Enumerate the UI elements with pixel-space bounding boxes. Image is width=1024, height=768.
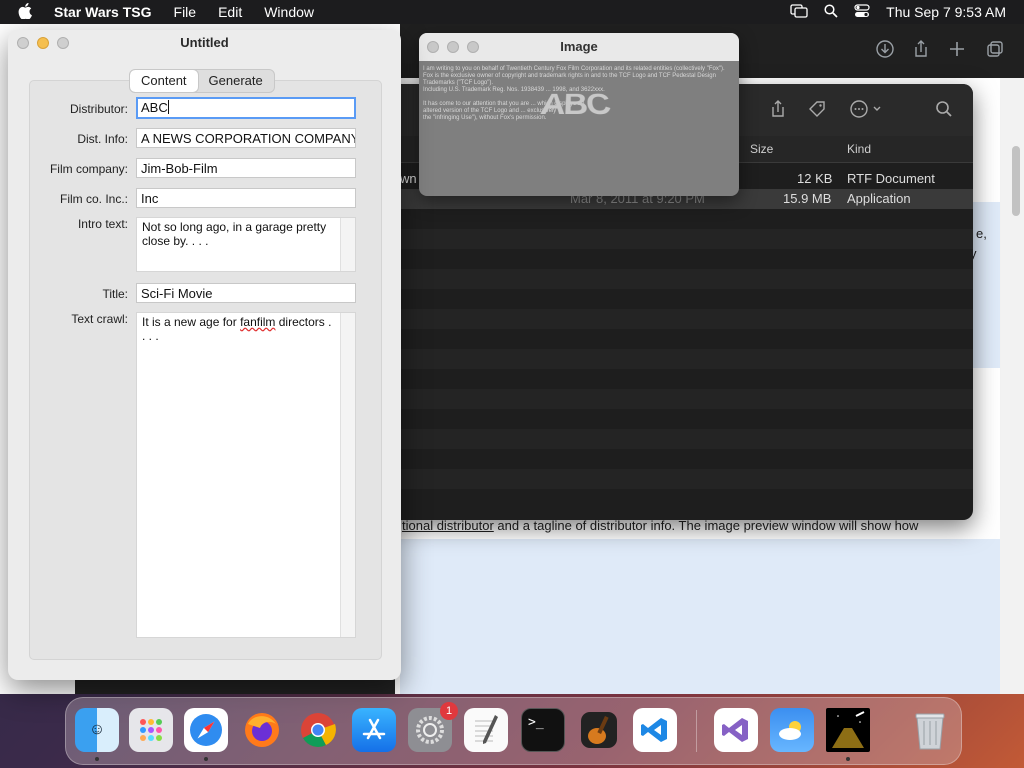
- running-indicator: [204, 757, 208, 761]
- new-tab-icon[interactable]: [948, 40, 966, 63]
- menu-bar: Star Wars TSG File Edit Window Thu Sep 7…: [0, 0, 1024, 24]
- file-kind: RTF Document: [847, 171, 935, 186]
- title-label: Title:: [102, 287, 128, 301]
- more-actions-icon[interactable]: [850, 100, 884, 123]
- form-window-title: Untitled: [180, 35, 229, 50]
- file-size: 15.9 MB: [783, 191, 832, 206]
- textedit-icon[interactable]: [464, 708, 508, 752]
- launchpad-icon[interactable]: [129, 708, 173, 752]
- tab-control[interactable]: Content Generate: [129, 69, 275, 93]
- distributor-label: Distributor:: [69, 102, 128, 116]
- tag-icon[interactable]: [808, 100, 826, 123]
- highlight-band-lower: [400, 539, 1000, 694]
- garageband-icon[interactable]: [577, 708, 621, 752]
- film-company-label: Film company:: [49, 162, 128, 176]
- weather-icon[interactable]: [770, 708, 814, 752]
- text-crawl-area[interactable]: It is a new age for fanfilm directors . …: [136, 312, 356, 638]
- intro-text-scrollbar[interactable]: [340, 218, 355, 271]
- star-wars-tsg-icon[interactable]: [826, 708, 870, 752]
- film-co-inc-field[interactable]: Inc: [136, 188, 356, 208]
- dist-info-field[interactable]: A NEWS CORPORATION COMPANY: [136, 128, 356, 148]
- distributor-field[interactable]: ABC: [136, 97, 356, 119]
- image-window-title: Image: [560, 39, 598, 54]
- dist-info-label: Dist. Info:: [77, 132, 128, 146]
- image-preview-window[interactable]: Image I am writing to you on behalf of T…: [419, 33, 739, 196]
- form-window[interactable]: Untitled Content Generate Distributor: A…: [8, 30, 401, 680]
- file-menu[interactable]: File: [174, 4, 197, 20]
- chrome-icon[interactable]: [296, 708, 340, 752]
- dock-separator: [696, 710, 697, 752]
- crawl-text: It is a new age for: [142, 315, 241, 329]
- download-icon[interactable]: [876, 40, 894, 63]
- letter-line: Trademarks ("TCF Logo").: [423, 80, 494, 86]
- finder-stripe: [380, 349, 973, 369]
- trash-icon[interactable]: [908, 708, 952, 752]
- title-field[interactable]: Sci-Fi Movie: [136, 283, 356, 303]
- app-store-icon[interactable]: [352, 708, 396, 752]
- text-crawl-scrollbar[interactable]: [340, 313, 355, 637]
- file-kind: Application: [847, 191, 911, 206]
- apple-menu-icon[interactable]: [18, 2, 34, 22]
- distributor-link[interactable]: tional distributor: [402, 518, 494, 533]
- visual-studio-icon[interactable]: [714, 708, 758, 752]
- screen-mirroring-icon[interactable]: [790, 3, 808, 21]
- letter-line: I am writing to you on behalf of Twentie…: [423, 66, 725, 72]
- window-menu[interactable]: Window: [264, 4, 314, 20]
- terminal-icon[interactable]: >_: [521, 708, 565, 752]
- edit-menu[interactable]: Edit: [218, 4, 242, 20]
- column-size[interactable]: Size: [750, 142, 773, 156]
- text-crawl-value: It is a new age for fanfilm directors . …: [142, 315, 337, 343]
- file-name: wn: [400, 171, 417, 186]
- notification-badge: 1: [440, 702, 458, 720]
- share-icon[interactable]: [770, 100, 786, 123]
- page-scrollbar-track[interactable]: [1000, 24, 1024, 694]
- vscode-icon[interactable]: [633, 708, 677, 752]
- finder-stripe: [380, 229, 973, 249]
- intro-text-label: Intro text:: [77, 217, 128, 231]
- column-kind[interactable]: Kind: [847, 142, 871, 156]
- share-icon[interactable]: [912, 40, 930, 63]
- finder-stripe: [380, 469, 973, 489]
- intro-text-area[interactable]: Not so long ago, in a garage pretty clos…: [136, 217, 356, 272]
- distributor-logo-preview: ABC: [538, 88, 612, 122]
- spotlight-search-icon[interactable]: [824, 3, 838, 21]
- text-caret: [167, 100, 169, 114]
- file-size: 12 KB: [797, 171, 833, 186]
- tab-overview-icon[interactable]: [986, 40, 1004, 63]
- menu-extras: Thu Sep 7 9:53 AM: [790, 0, 1006, 24]
- form-window-titlebar[interactable]: Untitled: [8, 30, 401, 58]
- finder-icon[interactable]: ☺: [75, 708, 119, 752]
- control-center-icon[interactable]: [854, 3, 870, 21]
- film-company-field[interactable]: Jim-Bob-Film: [136, 158, 356, 178]
- firefox-icon[interactable]: [240, 708, 284, 752]
- running-indicator: [846, 757, 850, 761]
- menubar-clock[interactable]: Thu Sep 7 9:53 AM: [886, 4, 1006, 20]
- page-paragraph-line: tional distributor and a tagline of dist…: [402, 518, 1002, 533]
- dock: ☺ 1 >_: [65, 697, 962, 765]
- misspelled-word: fanfilm: [240, 315, 276, 329]
- film-co-inc-label: Film co. Inc.:: [59, 192, 128, 206]
- distributor-value: ABC: [141, 100, 168, 115]
- tab-generate[interactable]: Generate: [198, 70, 274, 92]
- safari-icon[interactable]: [184, 708, 228, 752]
- finder-stripe: [380, 429, 973, 449]
- search-icon[interactable]: [935, 100, 953, 123]
- intro-text-value: Not so long ago, in a garage pretty clos…: [142, 220, 327, 248]
- finder-stripe: [380, 389, 973, 409]
- text-crawl-label: Text crawl:: [71, 312, 128, 326]
- finder-stripe: [380, 269, 973, 289]
- finder-stripe: [380, 309, 973, 329]
- paragraph-text: and a tagline of distributor info. The i…: [493, 518, 919, 533]
- tab-content[interactable]: Content: [130, 70, 198, 92]
- running-indicator: [95, 757, 99, 761]
- image-window-titlebar[interactable]: Image: [419, 33, 739, 61]
- letter-line: Fox is the exclusive owner of copyright …: [423, 73, 716, 79]
- page-text-fragment: e,: [976, 226, 987, 241]
- app-menu[interactable]: Star Wars TSG: [54, 4, 152, 20]
- page-scrollbar-thumb[interactable]: [1012, 146, 1020, 216]
- system-settings-icon[interactable]: 1: [408, 702, 458, 752]
